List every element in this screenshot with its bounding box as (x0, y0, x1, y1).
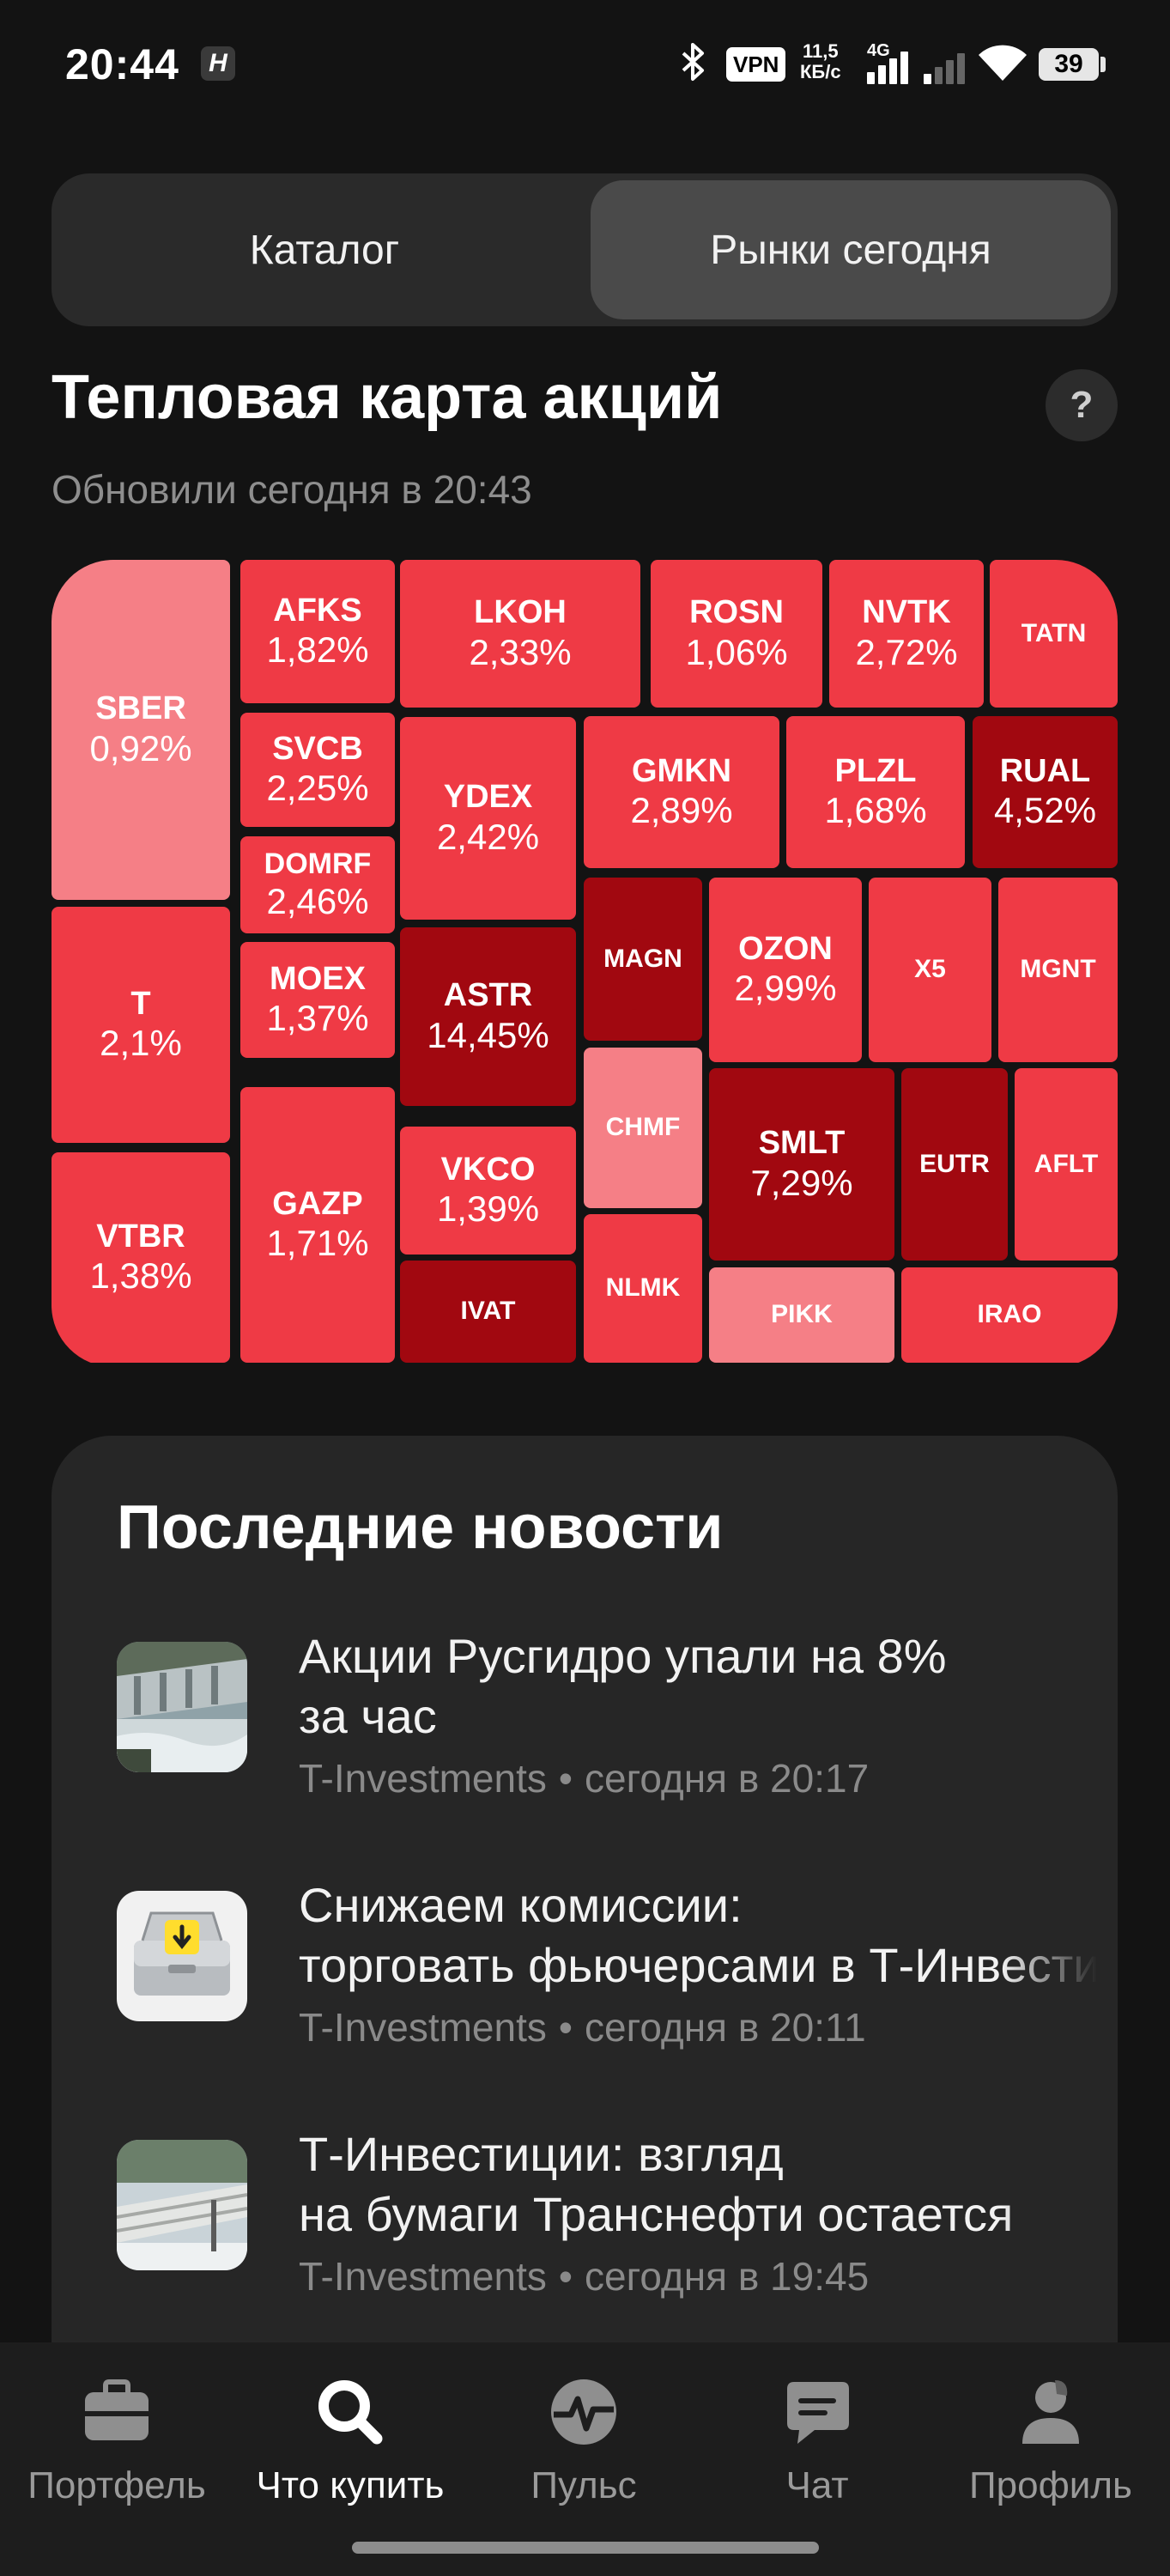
pulse-icon (545, 2373, 622, 2451)
app-notification-icon: H (201, 46, 235, 81)
heatmap-tile-sber[interactable]: SBER 0,92% (52, 560, 230, 900)
news-headline: Т-Инвестиции: взгляд на бумаги Транснефт… (299, 2127, 1014, 2241)
signal-strength-icon (867, 46, 912, 84)
vpn-badge: VPN (726, 47, 786, 82)
heatmap-title: Тепловая карта акций (52, 363, 723, 432)
heatmap-tile-magn[interactable]: MAGN (584, 878, 702, 1041)
bluetooth-icon (678, 41, 707, 92)
heatmap-tile-gazp[interactable]: GAZP 1,71% (240, 1087, 395, 1363)
heatmap-tile-astr[interactable]: ASTR 14,45% (400, 927, 576, 1106)
battery-icon: 39 (1039, 48, 1106, 81)
nav-portfolio[interactable]: Портфель (0, 2373, 233, 2507)
signal-strength-2-icon (924, 46, 968, 84)
heatmap-tile-mgnt[interactable]: MGNT (998, 878, 1118, 1062)
heatmap-tile-moex[interactable]: MOEX 1,37% (240, 942, 395, 1058)
heatmap-tile-ydex[interactable]: YDEX 2,42% (400, 717, 576, 920)
news-meta: T-Investments • сегодня в 20:17 (299, 1756, 870, 1801)
heatmap-tile-irao[interactable]: IRAO (901, 1267, 1118, 1363)
home-indicator[interactable] (352, 2542, 819, 2554)
heatmap-tile-eutr[interactable]: EUTR (901, 1068, 1008, 1261)
heatmap-tile-gmkn[interactable]: GMKN 2,89% (584, 716, 779, 868)
search-icon (312, 2373, 389, 2451)
heatmap-tile-ozon[interactable]: OZON 2,99% (709, 878, 862, 1062)
news-headline: Акции Русгидро упали на 8% за час (299, 1629, 947, 1743)
nav-what-to-buy[interactable]: Что купить (233, 2373, 467, 2507)
heatmap-tile-pikk[interactable]: PIKK (709, 1267, 894, 1363)
status-time: 20:44 (65, 40, 179, 88)
heatmap-tile-ivat[interactable]: IVAT (400, 1261, 576, 1363)
tab-markets-today[interactable]: Рынки сегодня (591, 180, 1111, 319)
dam-image (117, 1642, 247, 1772)
heatmap-tile-svcb[interactable]: SVCB 2,25% (240, 713, 395, 827)
news-item[interactable]: Т-Инвестиции: взгляд на бумаги Транснефт… (52, 2124, 1118, 2330)
heatmap-tile-rual[interactable]: RUAL 4,52% (973, 716, 1118, 868)
briefcase-image (117, 1891, 247, 2021)
heatmap-tile-nlmk[interactable]: NLMK (584, 1214, 702, 1363)
wifi-icon (977, 43, 1028, 82)
heatmap-tile-lkoh[interactable]: LKOH 2,33% (400, 560, 640, 708)
heatmap-tile-aflt[interactable]: AFLT (1015, 1068, 1118, 1261)
heatmap-updated: Обновили сегодня в 20:43 (52, 467, 532, 512)
nav-chat[interactable]: Чат (700, 2373, 934, 2507)
network-speed: 11,5 КБ/с (800, 40, 841, 82)
stock-heatmap: SBER 0,92% T 2,1% VTBR 1,38% AFKS 1,82% SVCB 2,25… (52, 560, 1118, 1367)
help-button[interactable]: ? (1046, 369, 1118, 441)
heatmap-tile-t[interactable]: T 2,1% (52, 907, 230, 1143)
heatmap-tile-afks[interactable]: AFKS 1,82% (240, 560, 395, 703)
nav-profile[interactable]: Профиль (934, 2373, 1167, 2507)
news-headline: Снижаем комиссии: торговать фьючерсами в… (299, 1878, 1097, 1992)
heatmap-tile-vkco[interactable]: VKCO 1,39% (400, 1127, 576, 1255)
nav-pulse[interactable]: Пульс (467, 2373, 700, 2507)
heatmap-tile-chmf[interactable]: CHMF (584, 1048, 702, 1208)
pipeline-image (117, 2140, 247, 2270)
heatmap-tile-smlt[interactable]: SMLT 7,29% (709, 1068, 894, 1261)
news-item[interactable]: Акции Русгидро упали на 8% за час T-Inve… (52, 1626, 1118, 1832)
heatmap-tile-x5[interactable]: X5 (869, 878, 991, 1062)
heatmap-tile-domrf[interactable]: DOMRF 2,46% (240, 836, 395, 933)
news-item[interactable]: Снижаем комиссии: торговать фьючерсами в… (52, 1875, 1118, 2081)
segment-control: Каталог Рынки сегодня (52, 173, 1118, 326)
chat-icon (779, 2373, 856, 2451)
briefcase-icon (78, 2373, 155, 2451)
news-card: Последние новости Акции Русгидро упали н… (52, 1436, 1118, 2346)
news-meta: T-Investments • сегодня в 20:11 (299, 2005, 866, 2050)
profile-icon (1012, 2373, 1089, 2451)
heatmap-tile-plzl[interactable]: PLZL 1,68% (786, 716, 965, 868)
heatmap-tile-tatn[interactable]: TATN (990, 560, 1118, 708)
news-meta: T-Investments • сегодня в 19:45 (299, 2254, 870, 2299)
heatmap-tile-nvtk[interactable]: NVTK 2,72% (829, 560, 984, 708)
heatmap-tile-vtbr[interactable]: VTBR 1,38% (52, 1152, 230, 1363)
tab-catalog[interactable]: Каталог (58, 180, 591, 319)
heatmap-tile-rosn[interactable]: ROSN 1,06% (651, 560, 822, 708)
news-title: Последние новости (117, 1493, 724, 1562)
